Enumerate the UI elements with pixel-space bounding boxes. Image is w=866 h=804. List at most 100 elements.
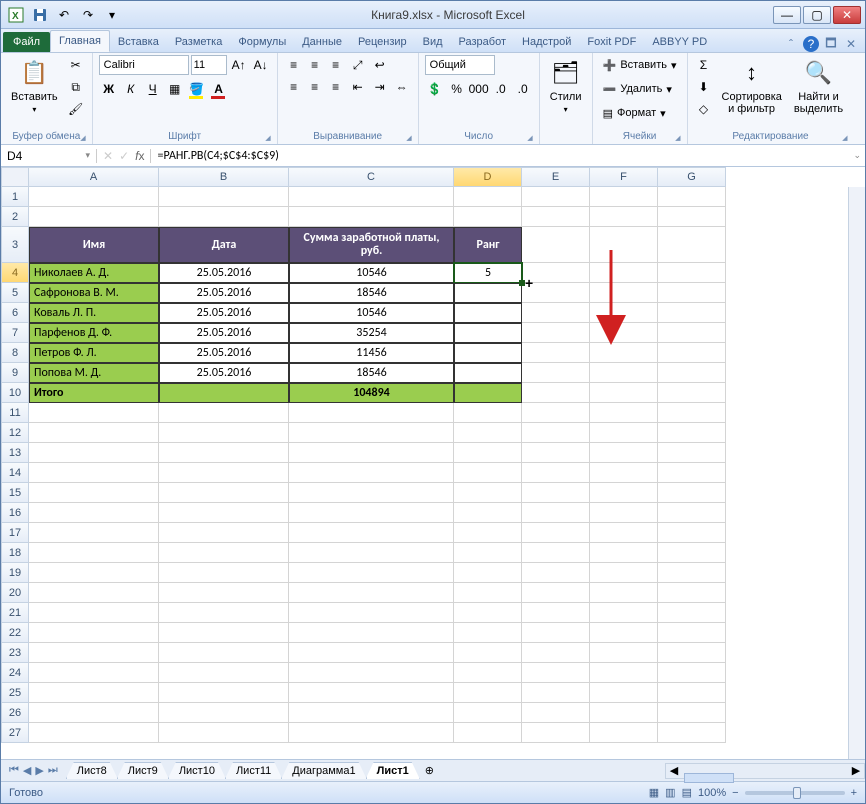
row-header-20[interactable]: 20 xyxy=(1,583,29,603)
cell-F25[interactable] xyxy=(590,683,658,703)
cell-B8[interactable]: 25.05.2016 xyxy=(159,343,289,363)
align-middle-icon[interactable]: ≡ xyxy=(305,55,325,75)
paste-button[interactable]: 📋 Вставить ▾ xyxy=(7,55,62,116)
cell-A3[interactable]: Имя xyxy=(29,227,159,263)
name-box[interactable]: D4▾ xyxy=(1,149,97,163)
tab-file[interactable]: Файл xyxy=(3,32,50,52)
qat-dropdown-icon[interactable]: ▾ xyxy=(101,5,123,25)
fill-color-icon[interactable]: 🪣 xyxy=(187,79,207,99)
help-icon[interactable]: ? xyxy=(803,36,819,52)
cell-C20[interactable] xyxy=(289,583,454,603)
cell-D24[interactable] xyxy=(454,663,522,683)
font-size-input[interactable] xyxy=(191,55,227,75)
align-right-icon[interactable]: ≡ xyxy=(326,77,346,97)
insert-cells-button[interactable]: ➕Вставить ▾ xyxy=(599,55,681,75)
cell-D27[interactable] xyxy=(454,723,522,743)
cell-C8[interactable]: 11456 xyxy=(289,343,454,363)
redo-icon[interactable]: ↷ xyxy=(77,5,99,25)
worksheet[interactable]: ABCDEFG 12345678910111213141516171819202… xyxy=(1,167,865,759)
cell-E17[interactable] xyxy=(522,523,590,543)
cell-G10[interactable] xyxy=(658,383,726,403)
cell-D22[interactable] xyxy=(454,623,522,643)
row-header-27[interactable]: 27 xyxy=(1,723,29,743)
cell-F9[interactable] xyxy=(590,363,658,383)
cell-G5[interactable] xyxy=(658,283,726,303)
row-header-14[interactable]: 14 xyxy=(1,463,29,483)
increase-decimal-icon[interactable]: .0 xyxy=(491,79,511,99)
cell-F11[interactable] xyxy=(590,403,658,423)
font-name-input[interactable] xyxy=(99,55,189,75)
styles-button[interactable]: 🗂 Стили ▾ xyxy=(546,55,586,116)
cell-E26[interactable] xyxy=(522,703,590,723)
row-header-22[interactable]: 22 xyxy=(1,623,29,643)
percent-icon[interactable]: % xyxy=(447,79,467,99)
cell-E12[interactable] xyxy=(522,423,590,443)
cell-B10[interactable] xyxy=(159,383,289,403)
row-header-12[interactable]: 12 xyxy=(1,423,29,443)
cell-D10[interactable] xyxy=(454,383,522,403)
select-all-corner[interactable] xyxy=(1,167,29,187)
cell-D1[interactable] xyxy=(454,187,522,207)
zoom-slider[interactable] xyxy=(745,791,845,795)
cell-E19[interactable] xyxy=(522,563,590,583)
zoom-out-button[interactable]: − xyxy=(732,787,738,799)
tab-review[interactable]: Рецензир xyxy=(350,32,415,52)
cell-F26[interactable] xyxy=(590,703,658,723)
cell-C25[interactable] xyxy=(289,683,454,703)
tab-view[interactable]: Вид xyxy=(415,32,451,52)
cell-A19[interactable] xyxy=(29,563,159,583)
cell-E27[interactable] xyxy=(522,723,590,743)
cell-A22[interactable] xyxy=(29,623,159,643)
cell-C17[interactable] xyxy=(289,523,454,543)
row-header-10[interactable]: 10 xyxy=(1,383,29,403)
cell-B18[interactable] xyxy=(159,543,289,563)
cell-B26[interactable] xyxy=(159,703,289,723)
cell-F23[interactable] xyxy=(590,643,658,663)
copy-icon[interactable]: ⧉ xyxy=(66,77,86,97)
window-close-inner-icon[interactable]: ✕ xyxy=(843,36,859,52)
cell-G25[interactable] xyxy=(658,683,726,703)
underline-icon[interactable]: Ч xyxy=(143,79,163,99)
font-color-icon[interactable]: A xyxy=(209,79,229,99)
sheet-tab-Лист10[interactable]: Лист10 xyxy=(168,762,226,779)
cell-D3[interactable]: Ранг xyxy=(454,227,522,263)
cell-G1[interactable] xyxy=(658,187,726,207)
cell-E15[interactable] xyxy=(522,483,590,503)
zoom-level[interactable]: 100% xyxy=(698,787,726,799)
cell-E13[interactable] xyxy=(522,443,590,463)
cell-E22[interactable] xyxy=(522,623,590,643)
wrap-text-icon[interactable]: ↩ xyxy=(370,55,390,75)
cell-A9[interactable]: Попова М. Д. xyxy=(29,363,159,383)
cell-B15[interactable] xyxy=(159,483,289,503)
format-painter-icon[interactable]: 🖌 xyxy=(66,99,86,119)
cell-A5[interactable]: Сафронова В. М. xyxy=(29,283,159,303)
currency-icon[interactable]: 💲 xyxy=(425,79,445,99)
cell-G27[interactable] xyxy=(658,723,726,743)
italic-icon[interactable]: К xyxy=(121,79,141,99)
cell-E14[interactable] xyxy=(522,463,590,483)
cell-G4[interactable] xyxy=(658,263,726,283)
row-header-24[interactable]: 24 xyxy=(1,663,29,683)
cell-B11[interactable] xyxy=(159,403,289,423)
cell-D5[interactable] xyxy=(454,283,522,303)
cell-E16[interactable] xyxy=(522,503,590,523)
cell-F27[interactable] xyxy=(590,723,658,743)
cell-C23[interactable] xyxy=(289,643,454,663)
cell-C27[interactable] xyxy=(289,723,454,743)
cell-F20[interactable] xyxy=(590,583,658,603)
cell-F19[interactable] xyxy=(590,563,658,583)
undo-icon[interactable]: ↶ xyxy=(53,5,75,25)
sheet-nav-next-icon[interactable]: ▶ xyxy=(35,764,43,777)
row-header-8[interactable]: 8 xyxy=(1,343,29,363)
sort-filter-button[interactable]: ↕ Сортировка и фильтр xyxy=(718,55,786,117)
sheet-tab-Лист11[interactable]: Лист11 xyxy=(225,762,282,779)
cell-A21[interactable] xyxy=(29,603,159,623)
cell-A11[interactable] xyxy=(29,403,159,423)
sheet-tab-Лист9[interactable]: Лист9 xyxy=(117,762,169,779)
cell-B19[interactable] xyxy=(159,563,289,583)
cell-A15[interactable] xyxy=(29,483,159,503)
cell-G26[interactable] xyxy=(658,703,726,723)
cell-C2[interactable] xyxy=(289,207,454,227)
row-header-19[interactable]: 19 xyxy=(1,563,29,583)
expand-formula-bar-icon[interactable]: ⌄ xyxy=(849,150,865,161)
